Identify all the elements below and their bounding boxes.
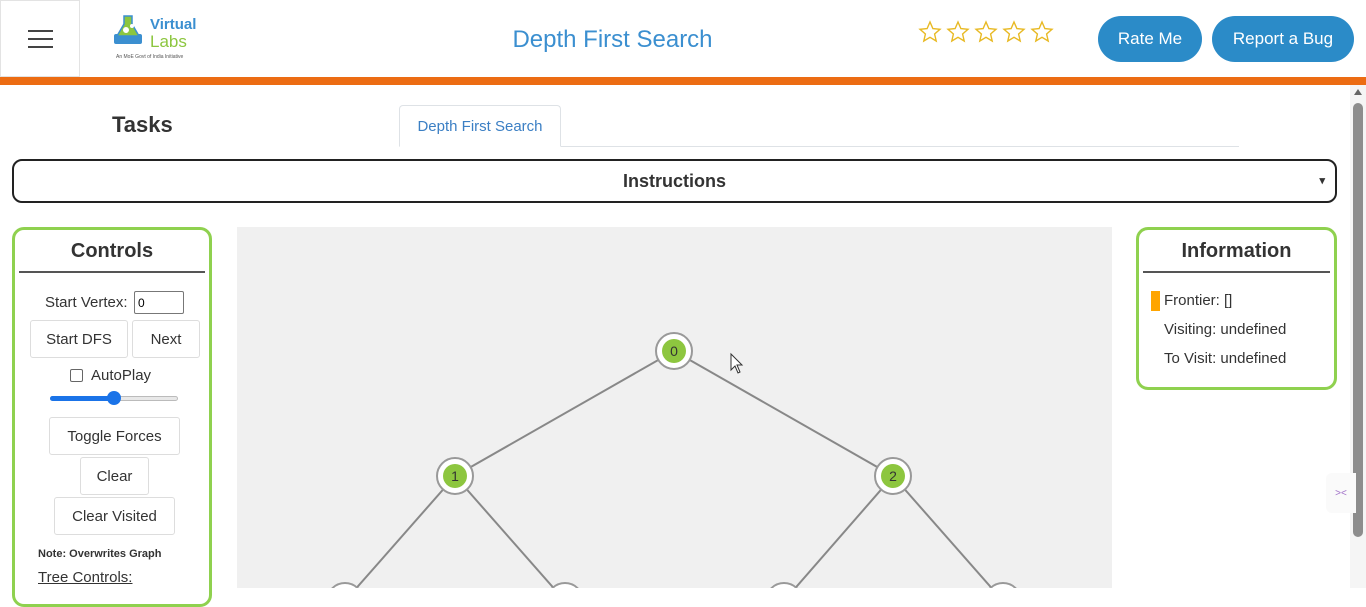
start-dfs-button[interactable]: Start DFS [30,320,128,358]
graph-node-1[interactable]: 1 [436,457,474,495]
star-icon[interactable] [946,20,970,44]
star-icon[interactable] [1030,20,1054,44]
clear-visited-button[interactable]: Clear Visited [54,497,175,535]
graph-edge [355,475,456,588]
speed-slider[interactable] [50,391,178,405]
visiting-text: Visiting: undefined [1164,321,1287,338]
information-divider [1143,271,1330,273]
slider-fill [50,396,114,401]
start-vertex-label: Start Vertex: [45,294,128,311]
rate-me-button[interactable]: Rate Me [1098,16,1202,62]
scrollbar-thumb[interactable] [1353,103,1363,537]
information-panel: Information Frontier: [] Visiting: undef… [1136,227,1337,390]
rating-stars[interactable] [918,20,1054,44]
menu-icon-line [27,29,53,32]
side-widget-tab[interactable]: >< [1326,473,1356,513]
flask-logo-icon [114,15,142,44]
menu-icon-line [27,45,53,48]
start-vertex-input[interactable] [134,291,184,314]
page-title: Depth First Search [512,26,713,53]
node-label: 0 [670,343,678,359]
graph-edge [673,350,894,477]
logo-text-labs: Labs [150,32,187,51]
logo-tagline: An MoE Govt of India Initiative [116,54,184,60]
tree-controls-link[interactable]: Tree Controls: [38,569,132,586]
controls-title: Controls [70,240,154,262]
logo-text-virtual: Virtual [150,16,197,33]
star-icon[interactable] [974,20,998,44]
autoplay-checkbox[interactable] [70,369,83,382]
code-icon: >< [1335,487,1347,499]
controls-panel: Controls Start Vertex: Start DFS Next Au… [12,227,212,607]
graph-node-0[interactable]: 0 [655,332,693,370]
controls-divider [19,271,205,273]
graph-svg[interactable]: 0 1 2 [237,227,1112,588]
report-bug-button[interactable]: Report a Bug [1212,16,1354,62]
frontier-text: Frontier: [] [1164,292,1233,309]
caret-down-icon: ▾ [1319,175,1325,187]
overwrite-note: Note: Overwrites Graph [38,548,162,560]
tab-depth-first-search[interactable]: Depth First Search [399,105,561,147]
graph-node-2[interactable]: 2 [874,457,912,495]
virtual-labs-logo[interactable]: Virtual Labs An MoE Govt of India Initia… [110,12,202,64]
node-label: 2 [889,468,897,484]
scroll-up-arrow-icon[interactable] [1354,89,1362,95]
slider-handle[interactable] [107,391,121,405]
next-button[interactable]: Next [132,320,200,358]
node-label: 1 [451,468,459,484]
frontier-marker [1151,291,1160,311]
hamburger-menu-button[interactable] [0,0,80,77]
star-icon[interactable] [1002,20,1026,44]
star-icon[interactable] [918,20,942,44]
graph-edge [454,350,675,477]
top-header: Virtual Labs An MoE Govt of India Initia… [0,0,1366,77]
information-title: Information [1181,240,1292,262]
graph-edge [454,475,555,588]
autoplay-label: AutoPlay [91,367,152,384]
autoplay-toggle[interactable]: AutoPlay [70,367,151,384]
toggle-forces-button[interactable]: Toggle Forces [49,417,180,455]
graph-edge [794,475,894,588]
menu-icon-line [27,37,53,40]
graph-edge [892,475,993,588]
tasks-heading: Tasks [112,112,173,137]
mouse-cursor-icon [730,352,744,374]
to-visit-text: To Visit: undefined [1164,350,1287,367]
instructions-label: Instructions [622,170,726,191]
clear-button[interactable]: Clear [80,457,149,495]
graph-canvas[interactable]: 0 1 2 [237,227,1112,588]
instructions-dropdown[interactable]: Instructions ▾ [12,159,1337,203]
header-divider [0,77,1366,85]
